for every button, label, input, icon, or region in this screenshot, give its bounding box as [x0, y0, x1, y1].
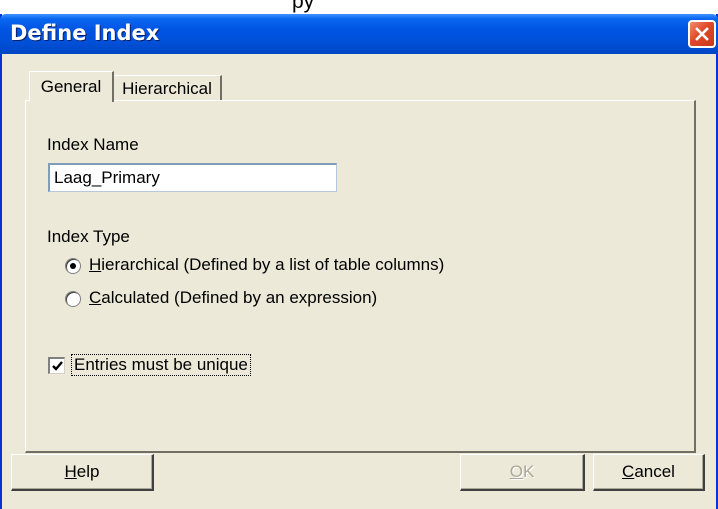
general-tab-panel: Index Name Index Type Hierarchical (Defi…	[25, 100, 696, 453]
tab-general[interactable]: General	[29, 71, 114, 102]
close-button[interactable]	[688, 20, 716, 48]
index-name-label: Index Name	[47, 135, 139, 154]
help-mnemonic: H	[64, 462, 77, 481]
define-index-dialog: Define Index General Hierarchical Index …	[0, 14, 718, 509]
ok-text: K	[522, 462, 535, 481]
help-text: elp	[76, 462, 100, 481]
checkmark-icon	[52, 361, 63, 371]
hierarchical-option-text: ierarchical (Defined by a list of table …	[101, 255, 445, 274]
radio-selected-dot	[70, 263, 76, 269]
background-window-strip: py	[0, 0, 718, 14]
background-caption: py	[292, 0, 315, 13]
calculated-option-text: alculated (Defined by an expression)	[101, 288, 378, 307]
tab-hierarchical[interactable]: Hierarchical	[114, 75, 222, 101]
unique-checkbox-label[interactable]: Entries must be unique	[71, 354, 251, 376]
dialog-title: Define Index	[10, 21, 160, 45]
calculated-option-label[interactable]: Calculated (Defined by an expression)	[89, 288, 377, 308]
cancel-button[interactable]: Cancel	[593, 454, 705, 491]
calculated-mnemonic: C	[89, 288, 102, 307]
unique-checkbox[interactable]	[48, 357, 65, 374]
ok-mnemonic: O	[509, 462, 523, 481]
index-type-label: Index Type	[47, 227, 130, 246]
cancel-mnemonic: C	[622, 462, 635, 481]
calculated-radio[interactable]	[65, 291, 81, 307]
cancel-text: ancel	[634, 462, 675, 481]
hierarchical-radio[interactable]	[65, 258, 81, 274]
title-bar[interactable]: Define Index	[0, 14, 718, 54]
hierarchical-option-label[interactable]: Hierarchical (Defined by a list of table…	[89, 255, 444, 275]
hierarchical-mnemonic: H	[89, 255, 102, 274]
ok-button[interactable]: OK	[460, 454, 585, 491]
help-button[interactable]: Help	[11, 454, 154, 491]
close-icon	[695, 27, 709, 41]
index-name-input[interactable]	[48, 163, 337, 192]
